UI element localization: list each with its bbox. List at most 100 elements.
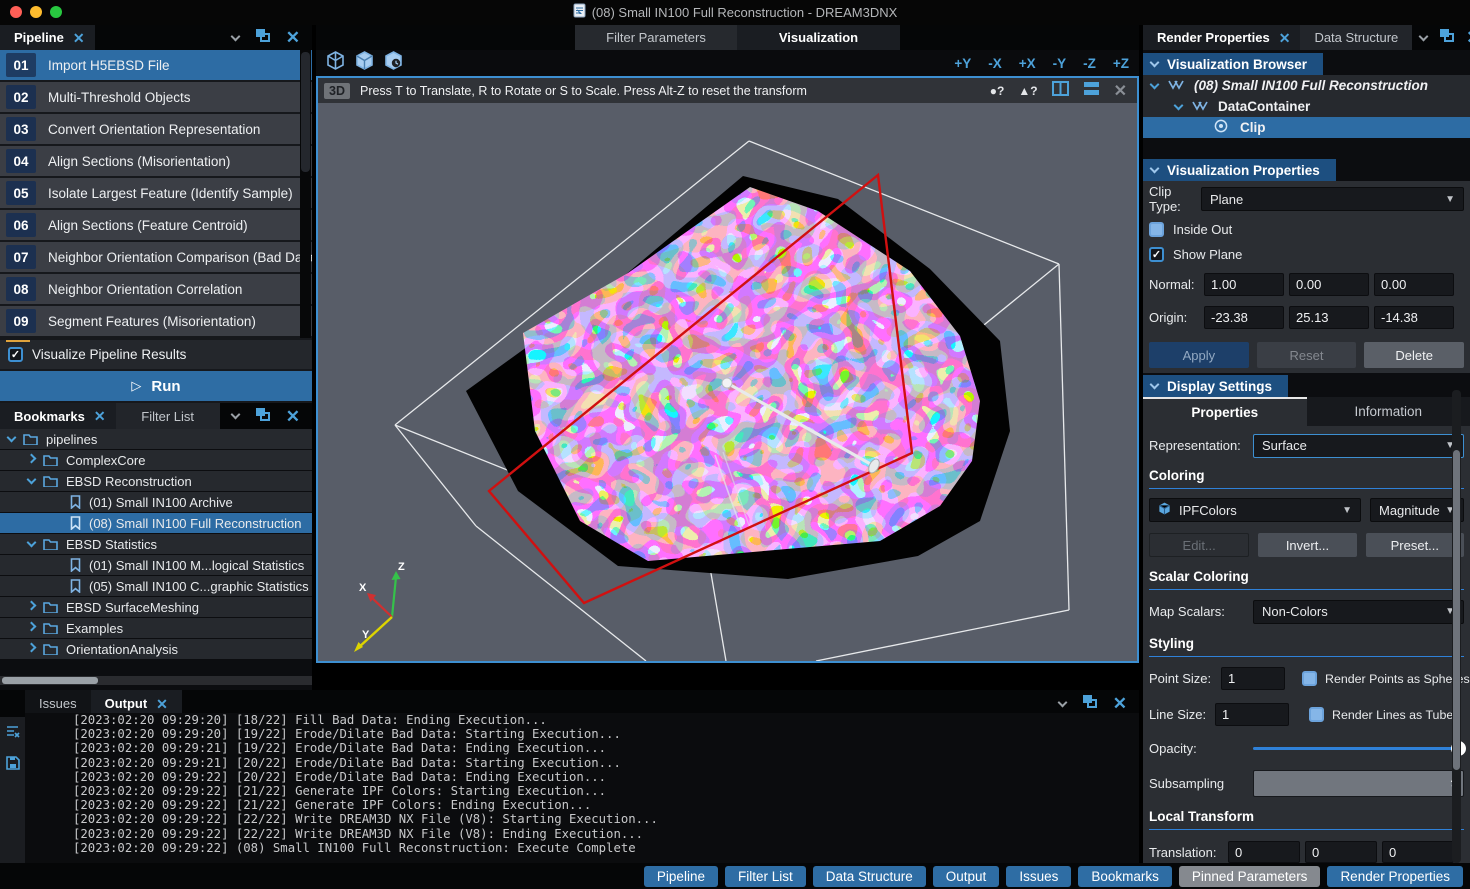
tree-item-ebsd-surfacemeshing[interactable]: EBSD SurfaceMeshing: [0, 597, 312, 617]
tab-pipeline[interactable]: Pipeline ✕: [0, 25, 95, 50]
tree-item-crystallographic-statistics[interactable]: (05) Small IN100 C...graphic Statistics: [0, 576, 312, 596]
toggle-render-properties-button[interactable]: Render Properties: [1327, 866, 1463, 887]
chevron-right-icon[interactable]: [27, 601, 37, 611]
undock-panel-icon[interactable]: [255, 407, 270, 426]
tab-properties[interactable]: Properties: [1143, 397, 1307, 426]
pipeline-step[interactable]: 09Segment Features (Misorientation): [0, 306, 312, 336]
line-size-field[interactable]: [1215, 703, 1289, 726]
tab-pipeline-close-icon[interactable]: ✕: [73, 31, 85, 45]
point-help-icon[interactable]: ●?: [990, 84, 1005, 98]
tab-filter-parameters[interactable]: Filter Parameters: [575, 25, 737, 50]
tab-data-structure[interactable]: Data Structure: [1300, 25, 1412, 50]
bookmarks-horizontal-scrollbar[interactable]: [0, 676, 312, 685]
visualization-browser-header[interactable]: Visualization Browser: [1143, 53, 1323, 75]
translation-y-field[interactable]: [1305, 841, 1377, 863]
pipeline-step[interactable]: 01Import H5EBSD File: [0, 50, 312, 80]
visualization-properties-header[interactable]: Visualization Properties: [1143, 159, 1336, 181]
chevron-right-icon[interactable]: [27, 643, 37, 653]
origin-x-field[interactable]: [1204, 306, 1284, 329]
camera-plus-y-button[interactable]: +Y: [954, 56, 971, 71]
close-panel-icon[interactable]: ✕: [286, 408, 300, 425]
clear-output-icon[interactable]: [5, 725, 20, 744]
pipeline-step[interactable]: 07Neighbor Orientation Comparison (Bad D…: [0, 242, 312, 272]
origin-z-field[interactable]: [1374, 306, 1454, 329]
close-panel-icon[interactable]: ✕: [1113, 695, 1127, 712]
apply-button[interactable]: Apply: [1149, 342, 1249, 368]
clip-plane-center-handle[interactable]: [722, 378, 732, 388]
close-panel-icon[interactable]: ✕: [286, 29, 300, 46]
camera-minus-x-button[interactable]: -X: [988, 56, 1002, 71]
tab-filter-list[interactable]: Filter List: [116, 403, 220, 429]
representation-dropdown[interactable]: Surface▼: [1253, 434, 1464, 458]
pipeline-scrollbar[interactable]: [300, 50, 311, 338]
toggle-output-button[interactable]: Output: [933, 866, 1000, 887]
edit-colors-button[interactable]: Edit...: [1149, 533, 1249, 557]
subsampling-stepper[interactable]: ▲▼: [1253, 770, 1464, 797]
tree-item-complexcore[interactable]: ComplexCore: [0, 450, 312, 470]
origin-y-field[interactable]: [1289, 306, 1369, 329]
translation-z-field[interactable]: [1382, 841, 1454, 863]
browser-datacontainer-item[interactable]: DataContainer: [1143, 96, 1470, 117]
chevron-down-icon[interactable]: [27, 538, 37, 548]
camera-minus-y-button[interactable]: -Y: [1053, 56, 1067, 71]
toggle-pipeline-button[interactable]: Pipeline: [644, 866, 718, 887]
close-window-button[interactable]: [10, 6, 22, 18]
tab-information[interactable]: Information: [1307, 397, 1470, 426]
chevron-right-icon[interactable]: [27, 622, 37, 632]
normal-z-field[interactable]: [1374, 273, 1454, 296]
color-array-dropdown[interactable]: IPFColors ▼: [1149, 498, 1361, 522]
chevron-down-icon[interactable]: [1150, 79, 1160, 89]
tab-bookmarks[interactable]: Bookmarks ✕: [0, 403, 116, 429]
tree-item-ebsd-statistics[interactable]: EBSD Statistics: [0, 534, 312, 554]
pipeline-step[interactable]: 05Isolate Largest Feature (Identify Samp…: [0, 178, 312, 208]
preset-colors-button[interactable]: Preset...: [1366, 533, 1464, 557]
tree-item-ebsd-reconstruction[interactable]: EBSD Reconstruction: [0, 471, 312, 491]
normal-y-field[interactable]: [1289, 273, 1369, 296]
display-settings-header[interactable]: Display Settings: [1143, 375, 1288, 397]
split-horizontal-icon[interactable]: [1083, 80, 1100, 102]
visualize-results-checkbox[interactable]: ✓: [8, 347, 23, 362]
chevron-down-icon[interactable]: [27, 475, 37, 485]
eye-visibility-icon[interactable]: [1213, 119, 1229, 136]
render-viewport[interactable]: 3D Press T to Translate, R to Rotate or …: [316, 76, 1139, 663]
triangle-help-icon[interactable]: ▲?: [1018, 84, 1037, 98]
tab-visualization[interactable]: Visualization: [737, 25, 900, 50]
tree-item-small-in100-archive[interactable]: (01) Small IN100 Archive: [0, 492, 312, 512]
panel-menu-chevron-icon[interactable]: [1419, 31, 1429, 41]
tree-item-orientationanalysis[interactable]: OrientationAnalysis: [0, 639, 312, 659]
tab-render-properties-close-icon[interactable]: ✕: [1279, 31, 1291, 45]
split-vertical-icon[interactable]: [1052, 80, 1069, 102]
render-points-as-spheres-checkbox[interactable]: [1302, 671, 1317, 686]
output-console[interactable]: [2023:02:20 09:29:20] [18/22] Fill Bad D…: [25, 713, 1139, 863]
toggle-filter-list-button[interactable]: Filter List: [725, 866, 806, 887]
normal-x-field[interactable]: [1204, 273, 1284, 296]
reset-button[interactable]: Reset: [1257, 342, 1357, 368]
render-lines-as-tubes-checkbox[interactable]: [1309, 707, 1324, 722]
browser-root-item[interactable]: (08) Small IN100 Full Reconstruction: [1143, 75, 1470, 96]
chevron-down-icon[interactable]: [1174, 100, 1184, 110]
wireframe-cube-icon[interactable]: [326, 51, 345, 75]
delete-button[interactable]: Delete: [1364, 342, 1464, 368]
solid-cube-icon[interactable]: [355, 51, 374, 75]
tree-item-morphological-statistics[interactable]: (01) Small IN100 M...logical Statistics: [0, 555, 312, 575]
maximize-window-button[interactable]: [50, 6, 62, 18]
invert-colors-button[interactable]: Invert...: [1258, 533, 1356, 557]
right-panel-scrollbar[interactable]: [1452, 390, 1461, 863]
undock-panel-icon[interactable]: [1439, 28, 1454, 47]
panel-menu-chevron-icon[interactable]: [230, 31, 240, 41]
chevron-down-icon[interactable]: [7, 433, 17, 443]
inside-out-checkbox[interactable]: [1149, 222, 1164, 237]
tab-render-properties[interactable]: Render Properties ✕: [1143, 25, 1300, 50]
pipeline-step[interactable]: 04Align Sections (Misorientation): [0, 146, 312, 176]
opacity-slider[interactable]: [1253, 747, 1464, 750]
tab-output-close-icon[interactable]: ✕: [156, 697, 168, 711]
close-panel-icon[interactable]: ✕: [1466, 29, 1470, 46]
save-output-icon[interactable]: [6, 756, 20, 775]
translation-x-field[interactable]: [1228, 841, 1300, 863]
pipeline-step[interactable]: 03Convert Orientation Representation: [0, 114, 312, 144]
panel-menu-chevron-icon[interactable]: [1057, 697, 1067, 707]
toggle-pinned-parameters-button[interactable]: Pinned Parameters: [1179, 866, 1321, 887]
toggle-data-structure-button[interactable]: Data Structure: [813, 866, 926, 887]
pipeline-step[interactable]: 02Multi-Threshold Objects: [0, 82, 312, 112]
tab-bookmarks-close-icon[interactable]: ✕: [94, 409, 106, 423]
